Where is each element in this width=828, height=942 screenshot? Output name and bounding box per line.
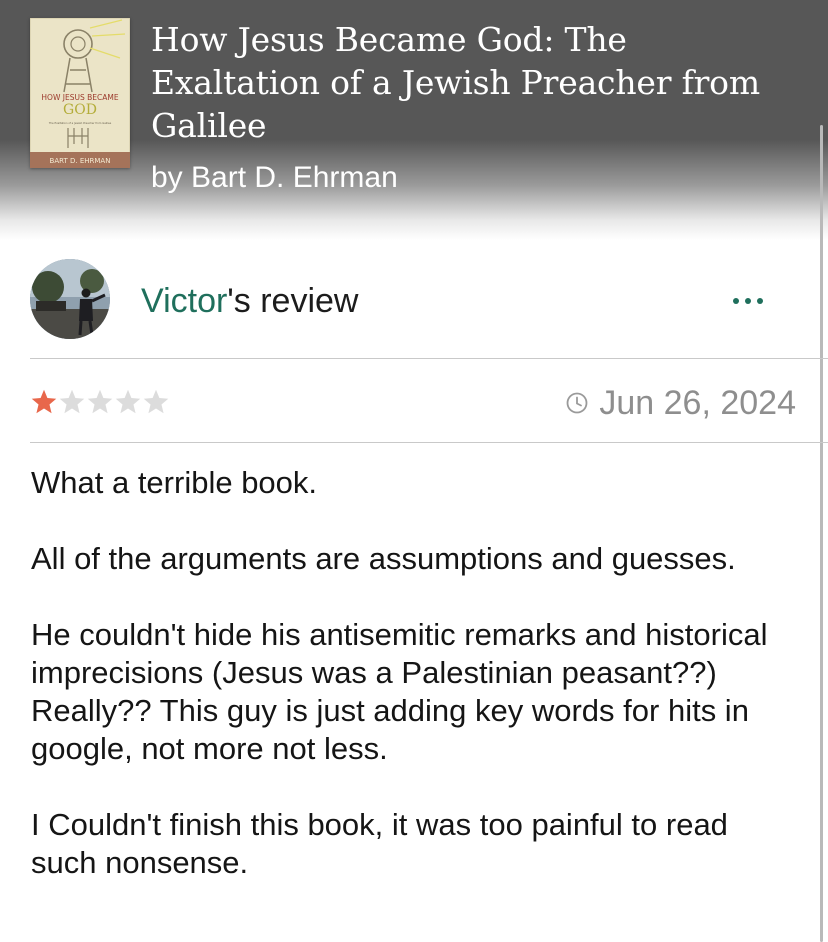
- book-cover-art: HOW JESUS BECAME GOD The Exaltation of a…: [30, 18, 130, 168]
- more-options-button[interactable]: [722, 281, 774, 321]
- review-paragraph: I Couldn't finish this book, it was too …: [31, 807, 728, 880]
- cover-top-text: HOW JESUS BECAME: [41, 93, 118, 102]
- cover-author-text: BART D. EHRMAN: [50, 157, 111, 165]
- scrollbar[interactable]: [820, 125, 823, 942]
- review-page: HOW JESUS BECAME GOD The Exaltation of a…: [0, 0, 828, 942]
- ellipsis-icon: [745, 298, 751, 304]
- star-empty-icon: [115, 389, 141, 414]
- cover-subtitle-text: The Exaltation of a Jewish Preacher from…: [49, 121, 112, 125]
- avatar[interactable]: [30, 259, 110, 339]
- review-date-group: Jun 26, 2024: [565, 383, 796, 423]
- review-paragraph: He couldn't hide his antisemitic remarks…: [31, 617, 768, 766]
- divider: [30, 442, 828, 443]
- divider: [30, 358, 828, 359]
- rating-row: Jun 26, 2024: [0, 380, 828, 430]
- review-date: Jun 26, 2024: [599, 384, 796, 422]
- review-paragraph: All of the arguments are assumptions and…: [31, 541, 736, 576]
- review-heading-suffix: 's review: [227, 282, 359, 320]
- star-filled-icon: [31, 389, 57, 414]
- review-heading: Victor's review: [141, 281, 358, 321]
- book-author[interactable]: by Bart D. Ehrman: [151, 160, 398, 196]
- star-rating: [30, 388, 170, 416]
- cover-big-text: GOD: [63, 102, 97, 118]
- ellipsis-icon: [757, 298, 763, 304]
- review-paragraph: What a terrible book.: [31, 465, 318, 500]
- book-header[interactable]: HOW JESUS BECAME GOD The Exaltation of a…: [0, 0, 828, 240]
- book-title[interactable]: How Jesus Became God: The Exaltation of …: [151, 18, 801, 147]
- review-body: What a terrible book. All of the argumen…: [31, 464, 791, 920]
- avatar-photo: [30, 259, 110, 339]
- clock-icon: [566, 392, 588, 414]
- book-cover[interactable]: HOW JESUS BECAME GOD The Exaltation of a…: [30, 18, 130, 168]
- reviewer-row: Victor's review: [0, 255, 828, 347]
- ellipsis-icon: [733, 298, 739, 304]
- star-empty-icon: [87, 389, 113, 414]
- reviewer-name-link[interactable]: Victor: [141, 282, 227, 320]
- star-empty-icon: [143, 389, 169, 414]
- star-empty-icon: [59, 389, 85, 414]
